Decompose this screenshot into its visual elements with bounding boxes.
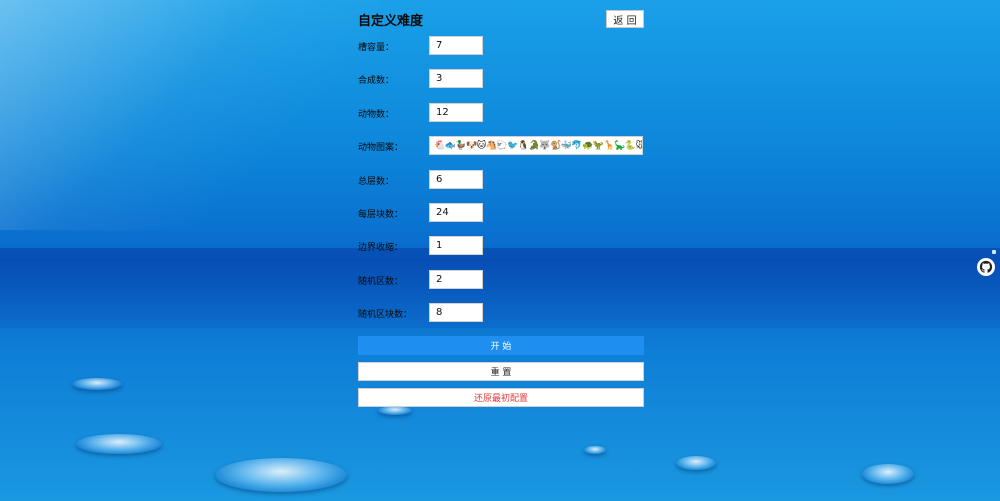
blocks-per-layer-input[interactable]: 24 <box>429 203 483 222</box>
water-drop-decoration <box>862 464 914 484</box>
slot-capacity-label: 槽容量： <box>358 43 395 53</box>
slot-capacity-input[interactable]: 7 <box>429 36 483 55</box>
water-drop-decoration <box>72 378 122 390</box>
animal-count-input[interactable]: 12 <box>429 103 483 122</box>
total-layers-input[interactable]: 6 <box>429 170 483 189</box>
restore-defaults-button[interactable]: 还原最初配置 <box>358 388 644 407</box>
random-zones-label: 随机区数： <box>358 277 404 287</box>
octocat-icon[interactable] <box>977 258 995 276</box>
compose-count-input[interactable]: 3 <box>429 69 483 88</box>
animal-pattern-label: 动物图案： <box>358 143 404 153</box>
random-zone-blocks-label: 随机区块数： <box>358 310 413 320</box>
animal-pattern-input[interactable]: 🐔🐟🦆🐶🐱🐴🐑🐦🐧🐊🐺🐒🐳🐬🐢🦖🦒🦕🐍🐭🐂 <box>429 136 643 155</box>
water-drop-decoration <box>584 446 606 454</box>
sunlight-rays <box>0 0 380 230</box>
water-drop-decoration <box>215 458 347 492</box>
background-band <box>0 248 1000 328</box>
reset-button[interactable]: 重 置 <box>358 362 644 381</box>
blocks-per-layer-label: 每层块数： <box>358 210 404 220</box>
water-drop-decoration <box>76 434 162 454</box>
random-zone-blocks-input[interactable]: 8 <box>429 303 483 322</box>
animal-count-label: 动物数： <box>358 110 395 120</box>
octocat-glyph <box>979 260 993 273</box>
water-drop-decoration <box>676 456 716 470</box>
water-drop-decoration <box>378 406 412 415</box>
start-button[interactable]: 开 始 <box>358 336 644 355</box>
edge-marker <box>992 250 996 254</box>
border-shrink-label: 边界收缩： <box>358 243 404 253</box>
compose-count-label: 合成数： <box>358 76 395 86</box>
back-button[interactable]: 返 回 <box>606 10 644 28</box>
page-title: 自定义难度 <box>358 14 424 29</box>
random-zones-input[interactable]: 2 <box>429 270 483 289</box>
border-shrink-input[interactable]: 1 <box>429 236 483 255</box>
total-layers-label: 总层数： <box>358 177 395 187</box>
